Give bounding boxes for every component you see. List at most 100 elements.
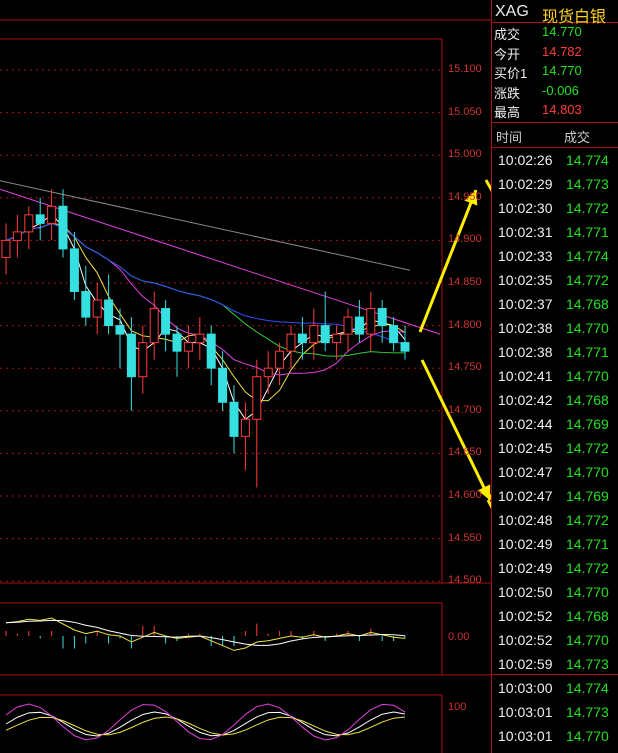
tick-row[interactable]: 10:02:31 14.771 [492,224,618,248]
ticks-header: 时间 成交 [492,122,618,148]
tick-time: 10:02:59 [498,656,553,672]
tick-price: 14.768 [566,392,609,408]
quote-row: 成交 14.770 [492,24,618,43]
candle-down [58,205,68,250]
tick-row[interactable]: 10:02:45 14.772 [492,440,618,464]
tick-time: 10:02:50 [498,584,553,600]
price-axis-label: 14.850 [448,276,482,288]
symbol: XAG [495,3,529,20]
tick-price: 14.770 [566,464,609,480]
tick-row[interactable]: 10:02:48 14.772 [492,512,618,536]
candle-down [206,333,216,369]
quote-value: 14.770 [542,24,582,39]
tick-price: 14.769 [566,416,609,432]
macd-dif-line [5,617,406,651]
tick-row[interactable]: 10:02:41 14.770 [492,368,618,392]
price-axis-label: 14.750 [448,361,482,374]
tick-time: 10:02:47 [498,464,553,480]
candle-up [309,325,319,344]
tick-time: 10:02:52 [498,632,553,648]
tick-time: 10:02:29 [498,176,553,192]
price-axis-label: 14.550 [448,531,482,544]
price-axis-label: 14.900 [448,233,482,246]
tick-time: 10:03:01 [498,728,553,744]
tick-price: 14.771 [566,224,609,240]
tick-row[interactable]: 10:02:35 14.772 [492,272,618,296]
tick-row[interactable]: 10:03:01 14.773 [492,704,618,728]
candle-up [195,333,205,344]
tick-row[interactable]: 10:02:42 14.768 [492,392,618,416]
tick-price: 14.770 [566,728,609,744]
candle-down [354,316,364,335]
tick-price: 14.773 [566,656,609,672]
candle-down [389,325,399,344]
quote-label: 买价1 [494,66,528,81]
candle-down [218,367,228,403]
candle-up [286,333,296,352]
tick-time: 10:02:31 [498,224,553,240]
tick-price: 14.770 [566,368,609,384]
tick-row[interactable]: 10:02:50 14.770 [492,584,618,608]
candle-up [12,231,22,241]
tick-separator [492,674,618,675]
tick-row[interactable]: 10:02:37 14.768 [492,296,618,320]
tick-row[interactable]: 10:02:29 14.773 [492,176,618,200]
tick-row[interactable]: 10:02:38 14.771 [492,344,618,368]
tick-time: 10:02:47 [498,488,553,504]
tick-row[interactable]: 10:02:52 14.768 [492,608,618,632]
candle-down [104,299,114,327]
candle-down [229,401,239,437]
quote-label: 今开 [494,46,521,62]
tick-row[interactable]: 10:02:30 14.772 [492,200,618,224]
quote-row: 买价1 14.770 [492,63,618,82]
candle-up [138,342,148,378]
kdj-top-label: 100 [448,701,467,713]
tick-price: 14.768 [566,608,609,624]
candle-down [81,291,91,318]
candle-down [161,308,171,335]
tick-time: 10:02:48 [498,512,553,528]
tick-price: 14.774 [566,248,609,264]
arrow-down-1 [420,359,491,501]
ticks-time-header: 时间 [496,130,523,145]
tick-price: 14.772 [566,560,609,576]
tick-row[interactable]: 10:02:49 14.771 [492,536,618,560]
tick-time: 10:02:38 [498,320,553,336]
price-axis-label: 15.000 [448,148,482,161]
tick-row[interactable]: 10:02:26 14.774 [492,152,618,176]
tick-row[interactable]: 10:02:44 14.769 [492,416,618,440]
candle-down [297,333,307,344]
tick-row[interactable]: 10:03:01 14.770 [492,728,618,752]
tick-time: 10:02:49 [498,536,553,552]
tick-row[interactable]: 10:02:33 14.774 [492,248,618,272]
tick-row[interactable]: 10:02:47 14.769 [492,488,618,512]
tick-row[interactable]: 10:02:47 14.770 [492,464,618,488]
tick-time: 10:02:33 [498,248,553,264]
candle-down [126,333,136,378]
tick-price: 14.770 [566,632,609,648]
tick-row[interactable]: 10:03:00 14.774 [492,680,618,704]
tick-price: 14.770 [566,584,609,600]
tick-time: 10:03:01 [498,704,553,720]
arrow-up-1 [418,189,478,333]
candlestick-chart[interactable] [0,0,491,753]
tick-price: 14.774 [566,152,609,168]
candle-down [115,325,125,335]
tick-row[interactable]: 10:02:38 14.770 [492,320,618,344]
price-axis-label: 14.700 [448,403,482,416]
quote-row: 今开 14.782 [492,44,618,63]
candle-down [400,342,410,352]
tick-row[interactable]: 10:02:52 14.770 [492,632,618,656]
candle-down [172,333,182,352]
candle-down [69,248,79,293]
tick-row[interactable]: 10:02:59 14.773 [492,656,618,680]
candle-up [183,342,193,352]
tick-price: 14.771 [566,536,609,552]
tick-price: 14.770 [566,320,609,336]
quote-row: 涨跌 -0.006 [492,83,618,102]
tick-row[interactable]: 10:02:49 14.772 [492,560,618,584]
instrument-header: XAG 现货白银 [492,0,618,26]
candle-down [35,214,45,224]
macd-dea-line [5,619,406,646]
tick-time: 10:02:41 [498,368,553,384]
